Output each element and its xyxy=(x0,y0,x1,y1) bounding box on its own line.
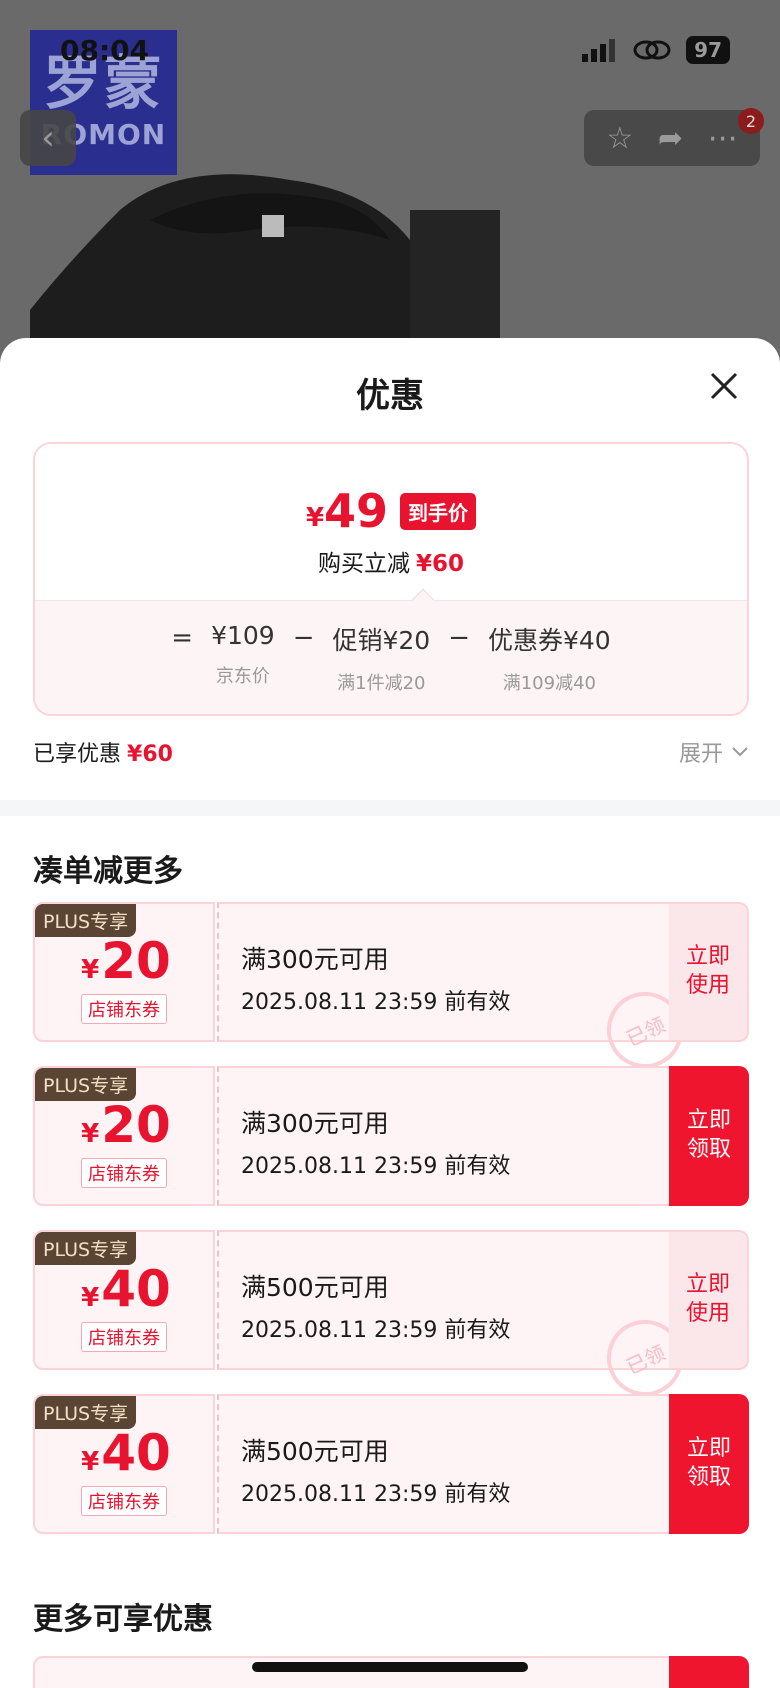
coupon-currency: ¥ xyxy=(81,1119,100,1149)
coupon-card: PLUS专享 ¥20 店铺东券 满300元可用 2025.08.11 23:59… xyxy=(33,902,749,1081)
coupon-value-panel: PLUS专享 ¥40 店铺东券 xyxy=(33,1230,215,1370)
close-icon[interactable] xyxy=(706,368,742,404)
instant-reduce-label: 购买立减 xyxy=(317,551,410,577)
section-title-more-offers: 更多可享优惠 xyxy=(33,1602,213,1637)
section-title-more-savings: 凑单减更多 xyxy=(33,854,183,889)
final-price-tag: 到手价 xyxy=(400,492,477,530)
base-price: ¥109 xyxy=(211,621,275,650)
coupon-validity: 2025.08.11 23:59 前有效 xyxy=(241,1154,511,1179)
final-price-area: ¥ 49 到手价 购买立减 ¥60 xyxy=(35,444,747,600)
equals-sign: = xyxy=(171,623,194,653)
coupon-label: 满109减40 xyxy=(502,673,596,694)
notification-badge: 2 xyxy=(738,108,764,134)
status-bar-right: 97 xyxy=(582,36,730,64)
final-price: 49 xyxy=(324,484,389,538)
product-page-background: 罗蒙 ROMON 08:04 97 ‹ ☆ ➦ ⋯ 2 xyxy=(0,0,780,360)
coupon-details: 满300元可用 2025.08.11 23:59 前有效 已领 xyxy=(217,902,696,1081)
coupon-type: 店铺东券 xyxy=(81,994,167,1024)
expand-button[interactable]: 展开 xyxy=(679,736,749,768)
back-button[interactable]: ‹ xyxy=(20,110,76,166)
coupon-details: 满300元可用 2025.08.11 23:59 前有效 xyxy=(217,1066,671,1206)
minus-sign: − xyxy=(448,623,470,653)
price-breakdown-card: ¥ 49 到手价 购买立减 ¥60 = ¥109 京东价 − 促销¥20 满1件减… xyxy=(33,442,749,716)
use-coupon-button[interactable]: 立即 使用 xyxy=(669,1230,749,1370)
coupon-card: PLUS专享 ¥20 店铺东券 满300元可用 2025.08.11 23:59… xyxy=(33,1066,749,1206)
base-price-label: 京东价 xyxy=(215,666,270,687)
claim-coupon-button[interactable]: 立即 领取 xyxy=(669,1394,749,1534)
chevron-down-icon xyxy=(732,747,748,757)
coupon-currency: ¥ xyxy=(81,955,100,985)
coupon-amount-value: 20 xyxy=(101,932,171,990)
saved-label: 已享优惠 ¥60 xyxy=(33,736,173,768)
instant-reduce: 购买立减 ¥60 xyxy=(35,544,747,578)
coupon-card: PLUS专享 ¥40 店铺东券 满500元可用 2025.08.11 23:59… xyxy=(33,1230,749,1409)
claim-coupon-button[interactable]: 立即 领取 xyxy=(669,1066,749,1206)
saved-summary-row: 已享优惠 ¥60 展开 xyxy=(33,736,749,768)
action-toolbar: ☆ ➦ ⋯ xyxy=(584,110,760,166)
coupon-details: 满500元可用 2025.08.11 23:59 前有效 已领 xyxy=(217,1230,696,1409)
coupon-card-peek xyxy=(33,1656,749,1688)
formula-promo: 促销¥20 满1件减20 xyxy=(332,621,430,695)
signal-icon xyxy=(582,39,616,62)
coupon-currency: ¥ xyxy=(81,1283,100,1313)
formula-coupon: 优惠券¥40 满109减40 xyxy=(488,621,611,695)
more-icon[interactable]: ⋯ xyxy=(708,121,738,156)
coupon-validity: 2025.08.11 23:59 前有效 xyxy=(241,1318,511,1343)
price-formula-area: = ¥109 京东价 − 促销¥20 满1件减20 − 优惠券¥40 满109减… xyxy=(35,600,747,714)
coupon-condition: 满500元可用 xyxy=(241,1437,389,1466)
coupon-amount-value: 40 xyxy=(101,1260,171,1318)
expand-label: 展开 xyxy=(678,742,723,767)
instant-reduce-value: ¥60 xyxy=(415,551,464,577)
coupon-condition: 满500元可用 xyxy=(241,1273,389,1302)
coupon-type: 店铺东券 xyxy=(81,1158,167,1188)
home-indicator xyxy=(252,1662,528,1672)
price-formula: = ¥109 京东价 − 促销¥20 满1件减20 − 优惠券¥40 满109减… xyxy=(35,621,747,695)
share-icon[interactable]: ➦ xyxy=(658,121,683,156)
coupon-amount-value: 40 xyxy=(101,1424,171,1482)
coupon-value-panel: PLUS专享 ¥20 店铺东券 xyxy=(33,902,215,1042)
link-icon xyxy=(633,40,671,60)
product-shirt-image xyxy=(30,174,500,360)
coupon-type: 店铺东券 xyxy=(81,1322,167,1352)
coupon-value: 优惠券¥40 xyxy=(488,626,611,655)
claim-coupon-button-peek[interactable] xyxy=(669,1656,749,1688)
status-time: 08:04 xyxy=(60,34,150,67)
coupon-currency: ¥ xyxy=(81,1447,100,1477)
promo-label: 满1件减20 xyxy=(337,673,426,694)
coupon-type: 店铺东券 xyxy=(81,1486,167,1516)
sheet-title: 优惠 xyxy=(356,376,424,416)
saved-label-text: 已享优惠 xyxy=(33,742,122,767)
coupon-value-panel: PLUS专享 ¥20 店铺东券 xyxy=(33,1066,215,1206)
saved-value: ¥60 xyxy=(127,742,173,767)
coupon-card: PLUS专享 ¥40 店铺东券 满500元可用 2025.08.11 23:59… xyxy=(33,1394,749,1534)
coupon-value-panel: PLUS专享 ¥40 店铺东券 xyxy=(33,1394,215,1534)
coupon-condition: 满300元可用 xyxy=(241,945,389,974)
promo-value: 促销¥20 xyxy=(332,626,431,655)
coupon-details: 满500元可用 2025.08.11 23:59 前有效 xyxy=(217,1394,671,1534)
coupon-validity: 2025.08.11 23:59 前有效 xyxy=(241,990,511,1015)
coupon-amount: ¥20 xyxy=(35,1096,217,1154)
star-icon[interactable]: ☆ xyxy=(606,121,633,156)
formula-base: ¥109 京东价 xyxy=(211,621,275,688)
battery-indicator: 97 xyxy=(686,36,730,64)
coupon-amount: ¥40 xyxy=(35,1260,217,1318)
section-divider xyxy=(0,800,780,816)
minus-sign: − xyxy=(292,623,315,653)
use-coupon-button[interactable]: 立即 使用 xyxy=(669,902,749,1042)
coupon-amount-value: 20 xyxy=(101,1096,171,1154)
coupon-condition: 满300元可用 xyxy=(241,1109,389,1138)
currency-symbol: ¥ xyxy=(305,503,325,533)
chevron-left-icon: ‹ xyxy=(41,118,55,158)
discount-sheet: 优惠 ¥ 49 到手价 购买立减 ¥60 = ¥109 京东价 − 促销¥20 … xyxy=(0,338,780,1688)
coupon-amount: ¥40 xyxy=(35,1424,217,1482)
coupon-amount: ¥20 xyxy=(35,932,217,990)
coupon-validity: 2025.08.11 23:59 前有效 xyxy=(241,1482,511,1507)
